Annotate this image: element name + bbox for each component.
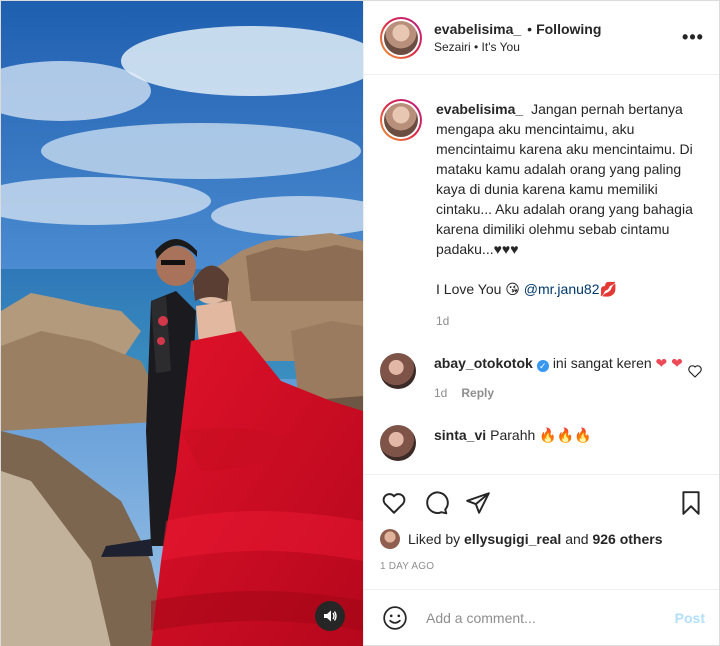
audio-icon <box>324 610 337 622</box>
post-comment-button[interactable]: Post <box>675 610 705 626</box>
likes-summary: Liked by ellysugigi_real and 926 others <box>380 529 705 549</box>
caption-love-text: I Love You 😘 <box>436 281 524 297</box>
comment-input[interactable] <box>426 609 675 626</box>
post-timestamp[interactable]: 1 DAY AGO <box>380 561 705 572</box>
comments-section[interactable]: evabelisima_ Jangan pernah bertanya meng… <box>364 75 719 474</box>
commenter-avatar[interactable] <box>380 425 416 461</box>
likes-middle: and <box>565 531 589 547</box>
audio-toggle-button[interactable] <box>315 601 345 631</box>
emoji-icon[interactable] <box>382 605 408 631</box>
comment-item: sinta_vi Parahh 🔥🔥🔥 <box>380 425 703 461</box>
music-label[interactable]: Sezairi • It's You <box>434 40 681 56</box>
reply-button[interactable]: Reply <box>461 386 494 400</box>
like-button[interactable] <box>380 489 408 517</box>
caption-text: Jangan pernah bertanya mengapa aku menci… <box>436 101 693 257</box>
mention-link[interactable]: @mr.janu82 <box>524 281 600 297</box>
comment-age: 1d <box>434 386 448 400</box>
verified-badge-icon: ✓ <box>536 360 549 372</box>
comment-composer: Post <box>364 589 719 645</box>
caption-age: 1d <box>436 314 450 328</box>
author-username[interactable]: evabelisima_ <box>434 20 521 38</box>
others-link[interactable]: 926 others <box>592 531 662 547</box>
post-header: evabelisima_ • Following Sezairi • It's … <box>364 1 719 75</box>
share-icon <box>466 492 490 514</box>
liker-username[interactable]: ellysugigi_real <box>464 531 561 547</box>
comment-username[interactable]: sinta_vi <box>434 427 486 443</box>
more-icon: ••• <box>682 27 704 47</box>
liker-avatar[interactable] <box>380 529 400 549</box>
post-side-panel: evabelisima_ • Following Sezairi • It's … <box>363 1 719 645</box>
post-media[interactable] <box>1 1 363 646</box>
commenter-avatar[interactable] <box>380 353 416 389</box>
more-options-button[interactable]: ••• <box>681 26 705 50</box>
comment-hearts: ❤ ❤ <box>655 355 683 371</box>
comment-button[interactable] <box>422 489 450 517</box>
comment-item: abay_otokotok ✓ ini sangat keren ❤ ❤ 1d Rep… <box>380 353 703 403</box>
instagram-post: evabelisima_ • Following Sezairi • It's … <box>0 0 720 646</box>
caption-avatar[interactable] <box>380 99 422 141</box>
caption-username[interactable]: evabelisima_ <box>436 101 523 117</box>
following-button[interactable]: Following <box>536 20 601 38</box>
likes-prefix: Liked by <box>408 531 461 547</box>
comment-text: ini sangat keren <box>552 355 652 371</box>
header-separator: • <box>527 20 533 37</box>
save-button[interactable] <box>677 489 705 517</box>
heart-icon <box>382 493 406 514</box>
share-button[interactable] <box>464 489 492 517</box>
post-photo <box>1 1 363 646</box>
comment-like-heart-icon[interactable] <box>687 363 703 379</box>
comment-username[interactable]: abay_otokotok <box>434 355 533 371</box>
comment-icon <box>426 491 449 515</box>
caption-kiss-emoji: 💋 <box>599 281 617 297</box>
bookmark-icon <box>682 491 700 515</box>
caption: evabelisima_ Jangan pernah bertanya meng… <box>380 99 703 331</box>
author-avatar[interactable] <box>380 16 422 59</box>
comment-text: Parahh 🔥🔥🔥 <box>490 427 592 443</box>
